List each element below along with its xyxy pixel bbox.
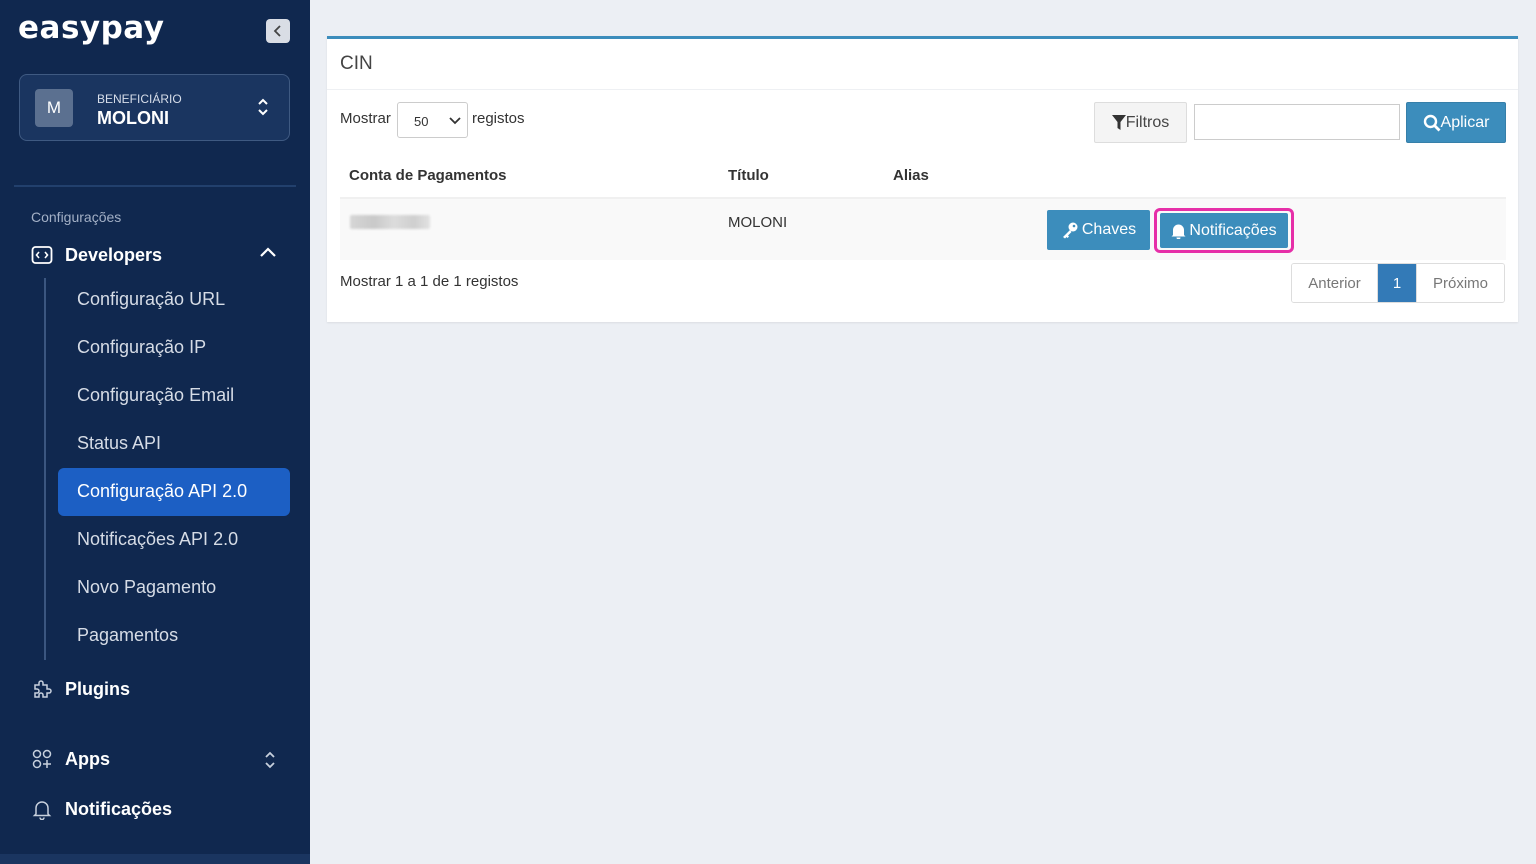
redacted-account-value — [350, 215, 430, 229]
beneficiary-label: BENEFICIÁRIO — [97, 92, 182, 106]
apply-label: Aplicar — [1440, 113, 1490, 131]
sidebar-item-label: Configuração API 2.0 — [77, 481, 248, 501]
sidebar-item-label: Notificações — [65, 798, 173, 819]
page-size-value: 50 — [414, 114, 429, 129]
pagination-page-1[interactable]: 1 — [1378, 264, 1416, 302]
pagination: Anterior 1 Próximo — [1291, 263, 1505, 303]
search-input[interactable] — [1194, 104, 1400, 140]
sidebar-item-plugins[interactable]: Plugins — [31, 676, 281, 702]
column-header-alias[interactable]: Alias — [893, 167, 929, 184]
apps-grid-icon — [32, 749, 52, 769]
notifications-label: Notificações — [1189, 221, 1277, 239]
sidebar: easypay M BENEFICIÁRIO MOLONI Configuraç… — [0, 0, 310, 864]
cell-title: MOLONI — [728, 214, 788, 231]
chevron-updown-icon — [265, 751, 275, 769]
keys-label: Chaves — [1081, 221, 1137, 238]
search-icon — [1423, 114, 1441, 131]
submenu-line — [44, 278, 46, 660]
sidebar-item-configuracao-api-2[interactable]: Configuração API 2.0 — [58, 468, 290, 516]
chevron-down-icon — [449, 117, 461, 125]
chevron-up-icon — [260, 247, 276, 257]
notifications-button[interactable]: Notificações — [1160, 213, 1288, 248]
records-info: Mostrar 1 a 1 de 1 registos — [340, 273, 519, 290]
filters-button[interactable]: Filtros — [1094, 102, 1187, 143]
sidebar-divider — [14, 185, 296, 187]
chevron-updown-icon — [258, 98, 268, 116]
filter-icon — [1111, 114, 1126, 130]
panel-divider — [327, 89, 1518, 90]
bell-icon — [1171, 224, 1186, 239]
records-label: registos — [472, 110, 525, 127]
beneficiary-selector[interactable]: M BENEFICIÁRIO MOLONI — [19, 74, 290, 141]
collapse-sidebar-button[interactable] — [266, 19, 290, 43]
sidebar-item-notificacoes-api-2[interactable]: Notificações API 2.0 — [77, 529, 238, 550]
apply-button[interactable]: Aplicar — [1406, 102, 1506, 143]
sidebar-item-label: Apps — [65, 748, 110, 769]
sidebar-item-configuracao-email[interactable]: Configuração Email — [77, 385, 234, 406]
column-header-titulo[interactable]: Título — [728, 167, 769, 184]
sidebar-item-configuracao-ip[interactable]: Configuração IP — [77, 337, 206, 358]
avatar: M — [35, 89, 73, 127]
cin-panel: CIN Mostrar 50 registos Filtros Aplicar … — [327, 36, 1518, 322]
pagination-previous[interactable]: Anterior — [1292, 264, 1378, 302]
puzzle-icon — [34, 680, 52, 698]
key-icon — [1062, 222, 1078, 239]
sidebar-item-pagamentos[interactable]: Pagamentos — [77, 625, 178, 646]
column-header-conta[interactable]: Conta de Pagamentos — [349, 167, 507, 184]
pagination-next[interactable]: Próximo — [1416, 264, 1504, 302]
table-row — [340, 199, 1506, 260]
code-icon — [31, 246, 53, 264]
bell-icon — [32, 801, 52, 820]
sidebar-footer — [0, 854, 310, 864]
sidebar-item-status-api[interactable]: Status API — [77, 433, 161, 454]
filters-label: Filtros — [1125, 113, 1170, 131]
sidebar-item-apps[interactable]: Apps — [31, 746, 281, 772]
page-size-select[interactable]: 50 — [397, 102, 468, 138]
chevron-left-icon — [273, 25, 281, 37]
section-label-configuracoes: Configurações — [31, 209, 122, 225]
panel-title: CIN — [340, 53, 373, 74]
sidebar-item-label: Developers — [65, 244, 163, 265]
easypay-logo: easypay — [18, 10, 165, 46]
sidebar-item-developers[interactable]: Developers — [31, 242, 281, 268]
notifications-highlight: Notificações — [1154, 208, 1294, 253]
show-label: Mostrar — [340, 110, 391, 127]
sidebar-item-novo-pagamento[interactable]: Novo Pagamento — [77, 577, 216, 598]
sidebar-item-configuracao-url[interactable]: Configuração URL — [77, 289, 225, 310]
beneficiary-name: MOLONI — [97, 108, 169, 128]
keys-button[interactable]: Chaves — [1047, 210, 1150, 250]
sidebar-item-notificacoes[interactable]: Notificações — [31, 796, 281, 822]
sidebar-item-label: Plugins — [65, 678, 131, 699]
